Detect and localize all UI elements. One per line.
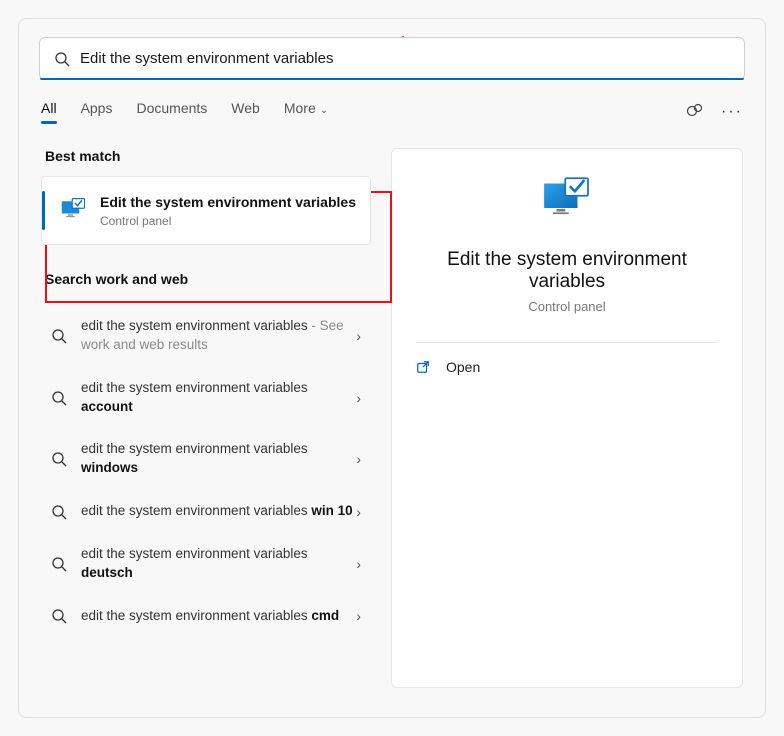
chevron-right-icon: › — [356, 390, 361, 406]
search-icon — [54, 51, 70, 67]
search-bar[interactable] — [39, 37, 745, 80]
detail-title: Edit the system environment variables — [392, 249, 742, 293]
section-best-match: Best match — [45, 148, 371, 164]
chevron-down-icon: ⌄ — [320, 105, 328, 116]
tab-all[interactable]: All — [41, 100, 57, 124]
suggestion-item[interactable]: edit the system environment variables de… — [41, 533, 371, 595]
search-icon — [51, 556, 67, 572]
monitor-check-icon — [539, 173, 595, 229]
tab-documents[interactable]: Documents — [136, 100, 207, 124]
detail-panel: Edit the system environment variables Co… — [391, 148, 743, 688]
suggestion-item[interactable]: edit the system environment variables - … — [41, 305, 371, 367]
suggestion-list: edit the system environment variables - … — [41, 305, 371, 638]
detail-subtitle: Control panel — [528, 299, 605, 314]
suggestion-item[interactable]: edit the system environment variables cm… — [41, 595, 371, 638]
open-external-icon — [416, 360, 430, 374]
more-options-icon[interactable]: ··· — [721, 103, 743, 121]
search-input[interactable] — [80, 50, 730, 67]
account-icon[interactable] — [685, 102, 705, 122]
chevron-right-icon: › — [356, 608, 361, 624]
results-area: Best match Edit the system environment v… — [41, 148, 743, 688]
open-label: Open — [446, 359, 480, 375]
search-icon — [51, 504, 67, 520]
search-icon — [51, 608, 67, 624]
suggestion-item[interactable]: edit the system environment variables wi… — [41, 490, 371, 533]
tab-web[interactable]: Web — [231, 100, 260, 124]
chevron-right-icon: › — [356, 328, 361, 344]
chevron-right-icon: › — [356, 451, 361, 467]
best-match-subtitle: Control panel — [100, 214, 356, 228]
best-match-title: Edit the system environment variables — [100, 193, 356, 212]
results-list: Best match Edit the system environment v… — [41, 148, 371, 688]
open-action[interactable]: Open — [392, 343, 742, 391]
search-icon — [51, 451, 67, 467]
tab-apps[interactable]: Apps — [81, 100, 113, 124]
best-match-result[interactable]: Edit the system environment variables Co… — [41, 176, 371, 245]
filter-tabs: All Apps Documents Web More⌄ ··· — [41, 100, 743, 124]
tab-more[interactable]: More⌄ — [284, 100, 328, 124]
search-icon — [51, 328, 67, 344]
chevron-right-icon: › — [356, 556, 361, 572]
search-icon — [51, 390, 67, 406]
chevron-right-icon: › — [356, 504, 361, 520]
section-search-work-web: Search work and web — [45, 271, 371, 287]
suggestion-item[interactable]: edit the system environment variables wi… — [41, 428, 371, 490]
monitor-check-icon — [60, 196, 88, 224]
suggestion-item[interactable]: edit the system environment variables ac… — [41, 367, 371, 429]
search-flyout: All Apps Documents Web More⌄ ··· Best ma… — [18, 18, 766, 718]
